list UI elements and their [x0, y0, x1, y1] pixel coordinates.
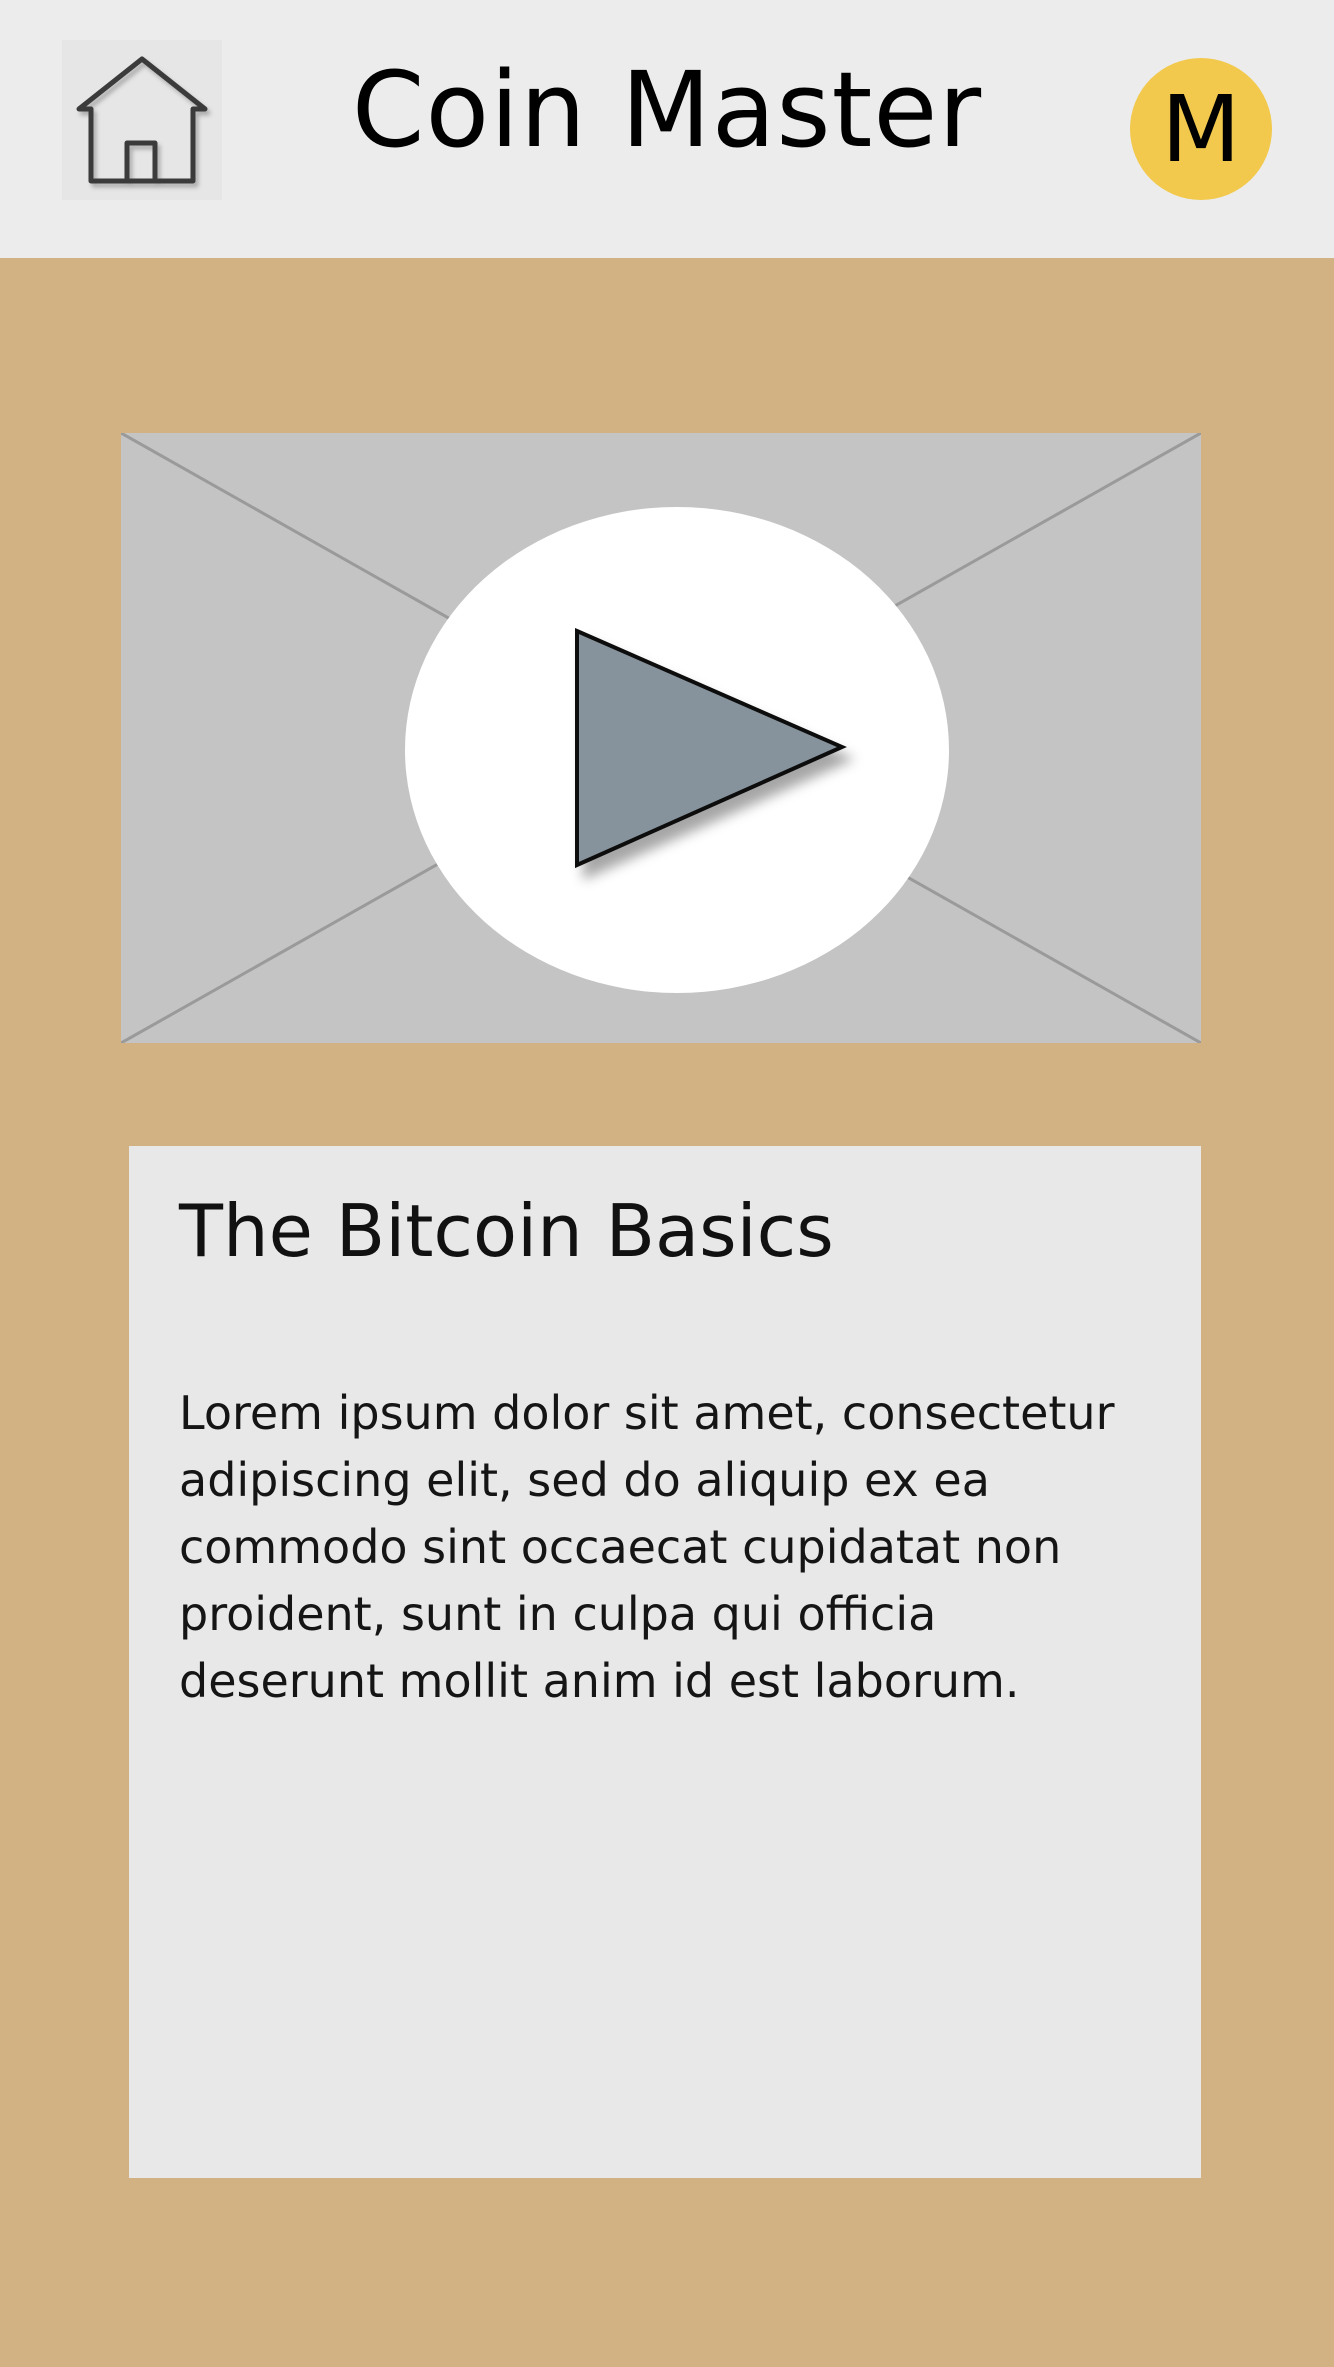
- play-button[interactable]: [405, 507, 949, 993]
- video-player[interactable]: [121, 433, 1201, 1043]
- user-avatar[interactable]: M: [1130, 58, 1272, 200]
- article-title: The Bitcoin Basics: [179, 1189, 834, 1273]
- article-card: The Bitcoin Basics Lorem ipsum dolor sit…: [129, 1146, 1201, 2178]
- play-icon: [575, 627, 847, 869]
- article-body: Lorem ipsum dolor sit amet, consectetur …: [179, 1386, 1115, 1708]
- app-header: Coin Master M: [0, 0, 1334, 258]
